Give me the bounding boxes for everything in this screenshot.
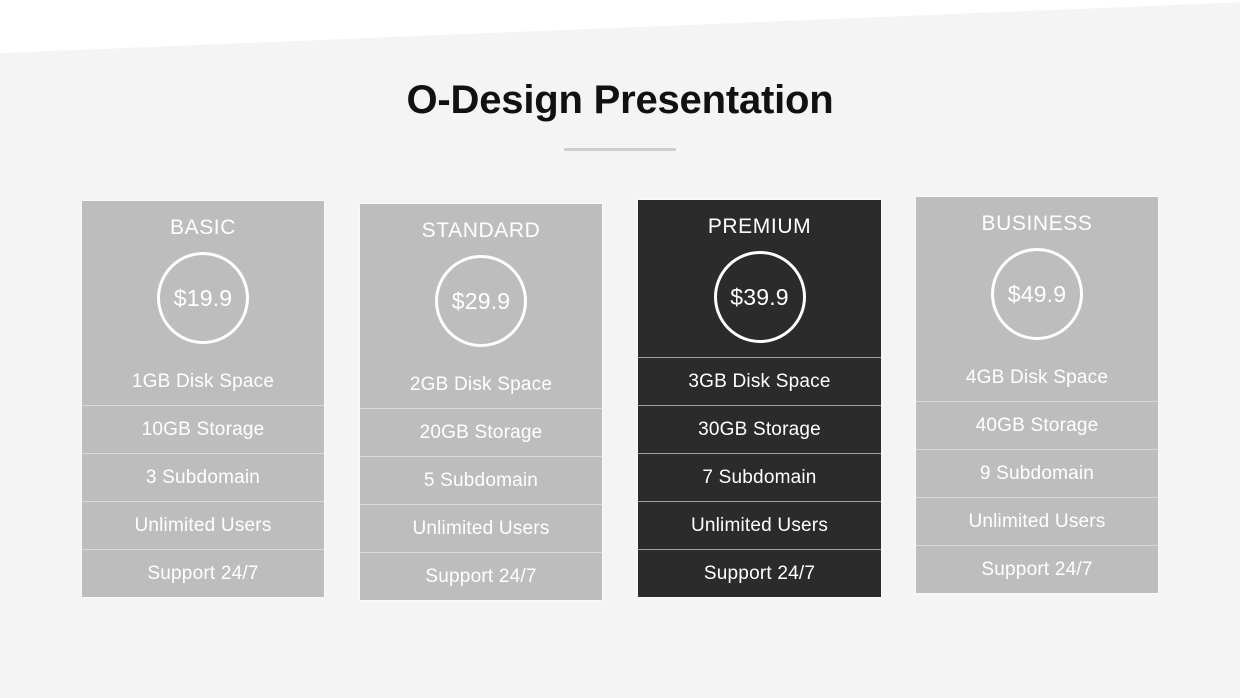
price-wrap: $29.9 — [360, 255, 602, 348]
pricing-card-basic[interactable]: BASIC $19.9 1GB Disk Space 10GB Storage … — [82, 201, 324, 598]
price-circle: $39.9 — [713, 251, 806, 344]
pricing-card-standard[interactable]: STANDARD $29.9 2GB Disk Space 20GB Stora… — [360, 204, 602, 601]
plan-price: $29.9 — [451, 287, 511, 314]
plan-name: BASIC — [169, 216, 237, 239]
card-header: BUSINESS $49.9 — [916, 197, 1158, 341]
card-header: STANDARD $29.9 — [360, 204, 602, 348]
feature-row: 5 Subdomain — [360, 456, 602, 504]
presentation-slide: O-Design Presentation BASIC $19.9 1GB Di… — [0, 0, 1240, 698]
feature-row: 40GB Storage — [916, 401, 1158, 449]
feature-list: 4GB Disk Space 40GB Storage 9 Subdomain … — [916, 354, 1158, 593]
price-circle: $29.9 — [435, 255, 527, 348]
price-wrap: $39.9 — [638, 251, 881, 344]
feature-row: 2GB Disk Space — [409, 373, 553, 395]
feature-row: Support 24/7 — [360, 552, 602, 600]
feature-row: 3 Subdomain — [82, 453, 324, 501]
plan-name: BUSINESS — [981, 212, 1093, 235]
plan-name: PREMIUM — [707, 215, 812, 238]
feature-row: 30GB Storage — [638, 405, 881, 453]
feature-row: 10GB Storage — [82, 405, 324, 453]
price-circle: $19.9 — [157, 252, 249, 345]
feature-row: Support 24/7 — [638, 549, 881, 597]
feature-row: Unlimited Users — [360, 504, 602, 552]
pricing-cards: BASIC $19.9 1GB Disk Space 10GB Storage … — [0, 0, 1240, 698]
feature-row: 20GB Storage — [360, 408, 602, 456]
price-circle: $49.9 — [991, 248, 1083, 341]
feature-list: 3GB Disk Space 30GB Storage 7 Subdomain … — [638, 357, 881, 597]
pricing-card-premium[interactable]: PREMIUM $39.9 3GB Disk Space 30GB Storag… — [638, 200, 881, 598]
slide-content: O-Design Presentation BASIC $19.9 1GB Di… — [0, 0, 1240, 698]
plan-name: STANDARD — [421, 219, 541, 242]
card-header: BASIC $19.9 — [82, 201, 324, 345]
plan-price: $49.9 — [1007, 280, 1067, 307]
feature-row: Unlimited Users — [916, 497, 1158, 545]
plan-price: $39.9 — [730, 283, 789, 310]
feature-row: 3GB Disk Space — [638, 357, 881, 405]
price-wrap: $19.9 — [82, 252, 324, 345]
feature-row: 9 Subdomain — [916, 449, 1158, 497]
card-header: PREMIUM $39.9 — [638, 200, 881, 344]
feature-row: 4GB Disk Space — [965, 366, 1109, 388]
feature-row: Support 24/7 — [82, 549, 324, 597]
feature-row: 7 Subdomain — [638, 453, 881, 501]
feature-list: 1GB Disk Space 10GB Storage 3 Subdomain … — [82, 358, 324, 597]
feature-row: 1GB Disk Space — [131, 370, 275, 392]
feature-row: Support 24/7 — [916, 545, 1158, 593]
price-wrap: $49.9 — [916, 248, 1158, 341]
plan-price: $19.9 — [173, 284, 233, 311]
feature-row: Unlimited Users — [82, 501, 324, 549]
feature-list: 2GB Disk Space 20GB Storage 5 Subdomain … — [360, 361, 602, 600]
pricing-card-business[interactable]: BUSINESS $49.9 4GB Disk Space 40GB Stora… — [916, 197, 1158, 594]
feature-row: Unlimited Users — [638, 501, 881, 549]
